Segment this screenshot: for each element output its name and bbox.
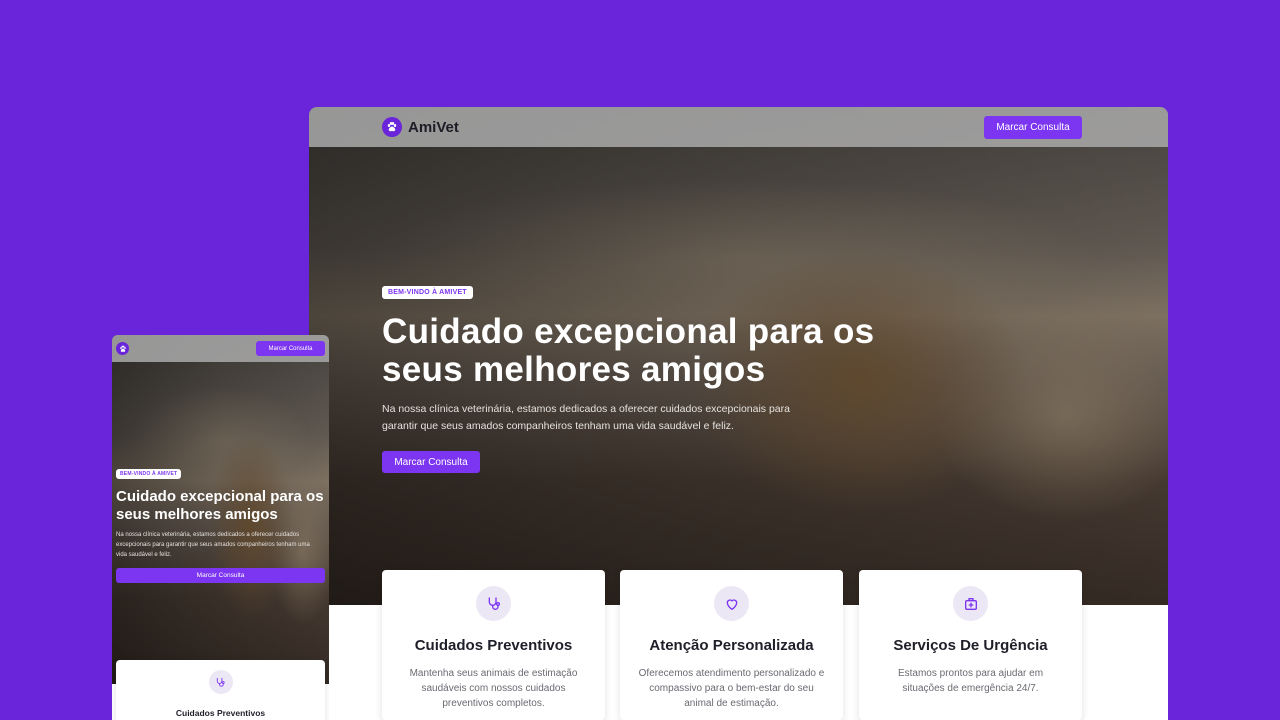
book-appointment-button[interactable]: Marcar Consulta	[984, 115, 1082, 139]
service-description: Estamos prontos para ajudar em situações…	[897, 668, 1044, 694]
medical-kit-icon	[953, 586, 988, 621]
stethoscope-icon	[208, 670, 233, 694]
paw-icon[interactable]	[116, 342, 129, 355]
service-title: Cuidados Preventivos	[414, 637, 573, 654]
navbar: AmiVet Marcar Consulta	[309, 107, 1168, 147]
book-appointment-button[interactable]: Marcar Consulta	[256, 341, 325, 356]
service-title: Serviços De Urgência	[893, 637, 1048, 654]
hero-title: Cuidado excepcional para os seus melhore…	[382, 312, 875, 389]
hero-subtitle: Na nossa clínica veterinária, estamos de…	[382, 403, 790, 432]
brand-name: AmiVet	[408, 118, 459, 136]
service-description: Oferecemos atendimento personalizado e c…	[638, 668, 825, 709]
service-card-preventive: Cuidados Preventivos	[116, 660, 325, 720]
brand[interactable]: AmiVet	[382, 117, 459, 137]
service-card-preventive: Cuidados Preventivos Mantenha seus anima…	[382, 570, 605, 720]
heart-icon	[714, 586, 749, 621]
mobile-preview: Marcar Consulta BEM-VINDO À AMIVET Cuida…	[112, 335, 329, 720]
hero-book-appointment-button[interactable]: Marcar Consulta	[382, 451, 480, 473]
service-description: Mantenha seus animais de estimação saudá…	[409, 668, 578, 709]
stethoscope-icon	[476, 586, 511, 621]
service-card-personalized: Atenção Personalizada Oferecemos atendim…	[620, 570, 843, 720]
hero-book-appointment-button[interactable]: Marcar Consulta	[116, 568, 325, 583]
hero: BEM-VINDO À AMIVET Cuidado excepcional p…	[116, 462, 325, 583]
service-title: Cuidados Preventivos	[175, 708, 266, 718]
paw-icon	[382, 117, 402, 137]
navbar: Marcar Consulta	[112, 335, 329, 362]
desktop-preview: AmiVet Marcar Consulta BEM-VINDO À AMIVE…	[309, 107, 1168, 720]
service-card-emergency: Serviços De Urgência Estamos prontos par…	[859, 570, 1082, 720]
welcome-badge: BEM-VINDO À AMIVET	[382, 286, 473, 299]
hero-title: Cuidado excepcional para os seus melhore…	[116, 488, 324, 523]
service-title: Atenção Personalizada	[649, 637, 814, 654]
welcome-badge: BEM-VINDO À AMIVET	[116, 469, 182, 479]
hero-subtitle: Na nossa clínica veterinária, estamos de…	[116, 532, 310, 558]
hero: BEM-VINDO À AMIVET Cuidado excepcional p…	[382, 281, 902, 473]
